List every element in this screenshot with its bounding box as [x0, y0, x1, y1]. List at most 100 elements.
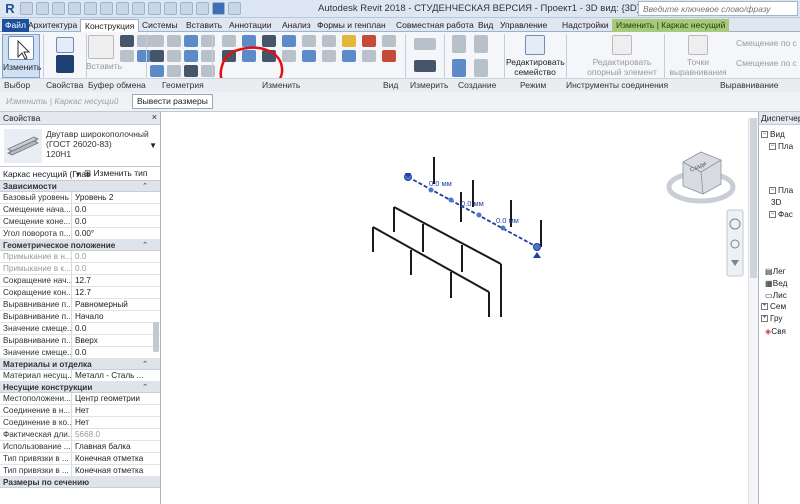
cut-icon[interactable] — [120, 35, 134, 47]
property-row[interactable]: Использование ... Главная балка — [0, 441, 160, 453]
scroll-thumb[interactable] — [750, 118, 757, 278]
rotate-geometry-icon[interactable] — [150, 65, 164, 77]
join-icon[interactable] — [137, 50, 151, 62]
wall-join-icon[interactable] — [167, 50, 181, 62]
properties-toggle-button[interactable] — [46, 54, 84, 76]
property-row[interactable]: Выравнивание п... Равномерный — [0, 299, 160, 311]
unpin-icon[interactable] — [342, 35, 356, 47]
paste-button[interactable]: Вставить — [86, 34, 122, 78]
chevron-down-icon[interactable]: ▾ — [76, 169, 80, 180]
beam-grip[interactable] — [428, 187, 434, 193]
tab-architecture[interactable]: Архитектура — [28, 19, 77, 32]
tab-addins[interactable]: Надстройки — [562, 19, 609, 32]
create-assembly-icon[interactable] — [474, 59, 488, 77]
copy-icon[interactable] — [137, 35, 151, 47]
property-row[interactable]: Базовый уровень Уровень 2 — [0, 192, 160, 204]
measure-icon[interactable] — [116, 2, 129, 15]
collapse-icon[interactable]: − — [769, 211, 776, 219]
tab-manage[interactable]: Управление — [500, 19, 547, 32]
instance-filter[interactable]: Каркас несущий (Глав ▾ ⊞ Изменить тип — [0, 167, 160, 181]
section-structural[interactable]: Несущие конструкции ⌃ — [0, 382, 160, 393]
pin-icon[interactable] — [322, 35, 336, 47]
beam-grip[interactable] — [476, 212, 482, 218]
browser-item-legends[interactable]: ▤Лег — [765, 266, 786, 276]
browser-item[interactable]: − Фас — [769, 210, 793, 219]
chevron-down-icon[interactable]: ▼ — [149, 141, 157, 150]
property-row[interactable]: Сокращение нач... 12.7 — [0, 275, 160, 287]
beam-join-icon[interactable] — [150, 50, 164, 62]
property-row[interactable]: Материал несущ... Металл - Сталь ... — [0, 370, 160, 382]
create-group-icon[interactable] — [474, 35, 488, 53]
panel-select[interactable]: Выбор — [4, 80, 30, 90]
create-similar-icon[interactable] — [452, 35, 466, 53]
remove-paint-icon[interactable] — [184, 65, 198, 77]
tab-analyze[interactable]: Анализ — [282, 19, 311, 32]
collapse-icon[interactable]: − — [769, 143, 776, 151]
edit-family-button[interactable]: Редактировать семейство — [506, 34, 565, 78]
section-dimensions[interactable]: Размеры по сечению — [0, 477, 160, 488]
redo-icon[interactable] — [84, 2, 97, 15]
open-icon[interactable] — [20, 2, 33, 15]
collapse-icon[interactable]: ⌃ — [142, 240, 148, 251]
beam-grip[interactable] — [500, 225, 506, 231]
tab-file[interactable]: Файл — [2, 19, 29, 32]
property-row[interactable]: Выравнивание п... Вверх — [0, 335, 160, 347]
tab-structure[interactable]: Конструкция — [80, 19, 140, 32]
property-row[interactable]: Местоположени... Центр геометрии — [0, 393, 160, 405]
expand-icon[interactable]: + — [761, 303, 768, 311]
edit-type-button[interactable]: ⊞ Изменить тип — [84, 168, 147, 179]
model-view[interactable]: 0.0 мм 0.0 мм 0.0 мм Сзади — [161, 112, 758, 504]
show-dimensions-button[interactable]: Вывести размеры — [132, 94, 213, 109]
property-row[interactable]: Фактическая дли... 5668.0 — [0, 429, 160, 441]
trim-single-icon[interactable] — [322, 50, 336, 62]
flip-arrow-icon[interactable] — [533, 252, 541, 258]
viewcube[interactable]: Сзади — [666, 151, 736, 204]
property-row[interactable]: Угол поворота п... 0.00° — [0, 228, 160, 240]
section-constraints[interactable]: Зависимости ⌃ — [0, 181, 160, 192]
property-row[interactable]: Примыкание в к... 0.0 — [0, 263, 160, 275]
text-icon[interactable] — [132, 2, 145, 15]
z-offset-field[interactable]: Смещение по с — [736, 58, 797, 68]
join-geometry-icon[interactable] — [184, 35, 198, 47]
view-override-icon[interactable] — [414, 38, 436, 50]
save-icon[interactable] — [36, 2, 49, 15]
cut-geometry-icon[interactable] — [167, 35, 181, 47]
property-row[interactable]: Сокращение кон... 12.7 — [0, 287, 160, 299]
section-materials[interactable]: Материалы и отделка ⌃ — [0, 359, 160, 370]
justification-points-button[interactable]: Точки выравнивания — [666, 34, 730, 78]
sync-icon[interactable] — [52, 2, 65, 15]
section-icon[interactable] — [164, 2, 177, 15]
tab-annotate[interactable]: Аннотации — [229, 19, 272, 32]
browser-item-groups[interactable]: + Гру — [761, 314, 783, 323]
tab-collaborate[interactable]: Совместная работа — [396, 19, 474, 32]
close-icon[interactable]: × — [152, 112, 157, 122]
browser-item-families[interactable]: + Сем — [761, 302, 786, 311]
navigation-bar[interactable] — [726, 209, 744, 277]
delete-icon[interactable] — [362, 35, 376, 47]
create-parts-icon[interactable] — [452, 59, 466, 77]
collapse-icon[interactable]: − — [761, 131, 768, 139]
thin-lines-icon[interactable] — [180, 2, 193, 15]
beam-grip[interactable] — [448, 197, 454, 203]
viewport-scrollbar[interactable] — [748, 118, 758, 504]
print-icon[interactable] — [100, 2, 113, 15]
y-offset-field[interactable]: Смещение по с — [736, 38, 797, 48]
pick-icon[interactable] — [362, 50, 376, 62]
panel-create[interactable]: Создание — [458, 80, 496, 90]
remove-icon[interactable] — [382, 50, 396, 62]
browser-item-links[interactable]: ◈Свя — [765, 326, 786, 336]
beam-end-grip[interactable] — [533, 243, 541, 251]
property-row[interactable]: Тип привязки в ... Конечная отметка — [0, 465, 160, 477]
browser-item-schedules[interactable]: ▦Вед — [765, 278, 787, 288]
collapse-icon[interactable]: ⌃ — [142, 359, 148, 370]
properties-scrollbar[interactable] — [153, 322, 159, 352]
collapse-icon[interactable]: ⌃ — [142, 181, 148, 192]
collapse-icon[interactable]: − — [769, 187, 776, 195]
property-row[interactable]: Соединение в ко... Нет — [0, 417, 160, 429]
linework-icon[interactable] — [167, 65, 181, 77]
tab-systems[interactable]: Системы — [142, 19, 178, 32]
property-row[interactable]: Значение смеще... 0.0 — [0, 323, 160, 335]
property-row[interactable]: Примыкание в н... 0.0 — [0, 251, 160, 263]
browser-item-3d[interactable]: 3D — [771, 198, 781, 207]
customize-qat-icon[interactable] — [228, 2, 241, 15]
